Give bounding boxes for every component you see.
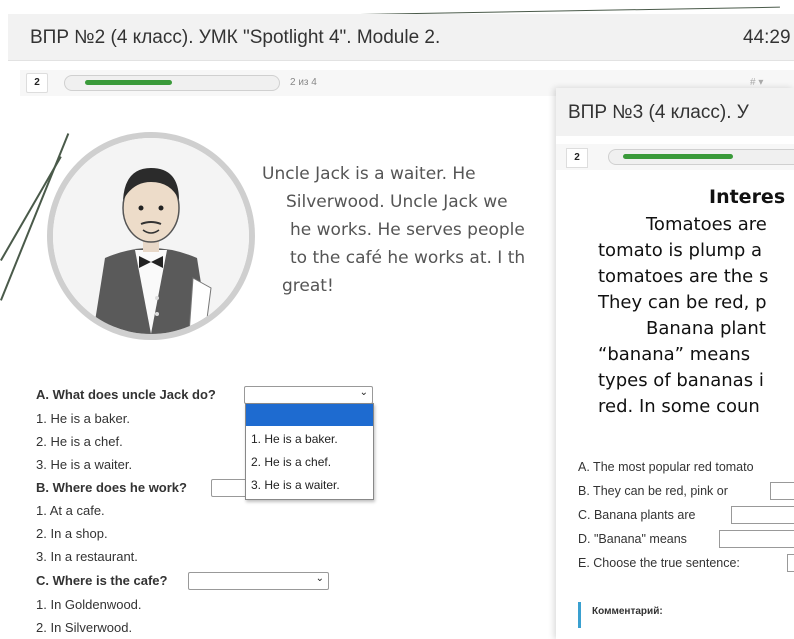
article-line: Banana plant (646, 318, 766, 339)
window-title: ВПР №2 (4 класс). УМК "Spotlight 4". Mod… (30, 27, 441, 48)
question-line: B. They can be red, pink or (578, 484, 728, 498)
question-number-badge[interactable]: 2 (26, 73, 48, 93)
progress-text: 2 из 4 (290, 77, 317, 88)
question-line: E. Choose the true sentence: (578, 556, 740, 570)
nav-menu-toggle[interactable]: # ▾ (750, 77, 763, 88)
answer-select[interactable] (731, 506, 794, 524)
question-number-badge[interactable]: 2 (566, 148, 588, 168)
story-line: Silverwood. Uncle Jack we (286, 192, 508, 212)
progress-fill (623, 154, 733, 159)
question-c-label: C. Where is the cafe? (36, 573, 168, 588)
article-line: red. In some coun (598, 396, 760, 417)
question-b-select[interactable] (211, 479, 247, 497)
story-line: great! (282, 276, 334, 296)
chevron-down-icon: ⌄ (315, 573, 324, 584)
waiter-drawing (53, 138, 249, 334)
question-a-select[interactable]: ⌄ (244, 386, 373, 404)
question-line: C. Banana plants are (578, 508, 696, 522)
question-a-option: 3. He is a waiter. (36, 457, 133, 472)
window-titlebar: ВПР №2 (4 класс). УМК "Spotlight 4". Mod… (8, 14, 794, 61)
article-line: Tomatoes are (646, 214, 767, 235)
question-a-label: A. What does uncle Jack do? (36, 387, 216, 402)
story-text: Uncle Jack is a waiter. He Silverwood. U… (262, 160, 562, 300)
question-b-option: 2. In a shop. (36, 526, 108, 541)
article-line: “banana” means (598, 344, 751, 365)
comment-label: Комментарий: (592, 606, 663, 617)
dropdown-option[interactable]: 2. He is a chef. (246, 451, 373, 473)
dropdown-option[interactable]: 3. He is a waiter. (246, 474, 373, 496)
second-quiz-window: ВПР №3 (4 класс). У 2 Interes Tomatoes a… (556, 88, 794, 639)
question-c-option: 1. In Goldenwood. (36, 597, 142, 612)
answer-select[interactable] (719, 530, 794, 548)
question-line: A. The most popular red tomato (578, 460, 754, 474)
progress-bar (608, 149, 794, 165)
progress-bar (64, 75, 280, 91)
story-line: Uncle Jack is a waiter. He (262, 164, 476, 184)
question-b-label: B. Where does he work? (36, 480, 187, 495)
article-line: tomato is plump a (598, 240, 763, 261)
article-line: tomatoes are the s (598, 266, 769, 287)
progress-fill (85, 80, 172, 85)
countdown-timer: 44:29 (743, 27, 791, 48)
second-window-titlebar: ВПР №3 (4 класс). У (556, 88, 794, 136)
question-a-option: 1. He is a baker. (36, 411, 130, 426)
article-line: They can be red, p (598, 292, 767, 313)
question-b-option: 1. At a cafe. (36, 503, 105, 518)
question-a-dropdown-list: 1. He is a baker. 2. He is a chef. 3. He… (245, 403, 374, 500)
story-line: to the café he works at. I th (290, 248, 526, 268)
question-line: D. "Banana" means (578, 532, 687, 546)
dropdown-option-empty[interactable] (246, 404, 373, 426)
second-window-title: ВПР №3 (4 класс). У (568, 102, 749, 123)
question-c-option: 2. In Silverwood. (36, 620, 133, 635)
story-line: he works. He serves people (290, 220, 525, 240)
comment-accent-bar (578, 602, 581, 628)
second-question-nav: 2 (556, 144, 794, 170)
chevron-down-icon: ⌄ (359, 387, 368, 398)
dropdown-option[interactable]: 1. He is a baker. (246, 428, 373, 450)
answer-select[interactable] (787, 554, 794, 572)
question-c-select[interactable]: ⌄ (188, 572, 329, 590)
uncle-jack-illustration (47, 132, 255, 340)
question-a-option: 2. He is a chef. (36, 434, 123, 449)
article-heading: Interes (709, 186, 786, 208)
answer-select[interactable] (770, 482, 794, 500)
question-b-option: 3. In a restaurant. (36, 549, 138, 564)
article-line: types of bananas i (598, 370, 764, 391)
